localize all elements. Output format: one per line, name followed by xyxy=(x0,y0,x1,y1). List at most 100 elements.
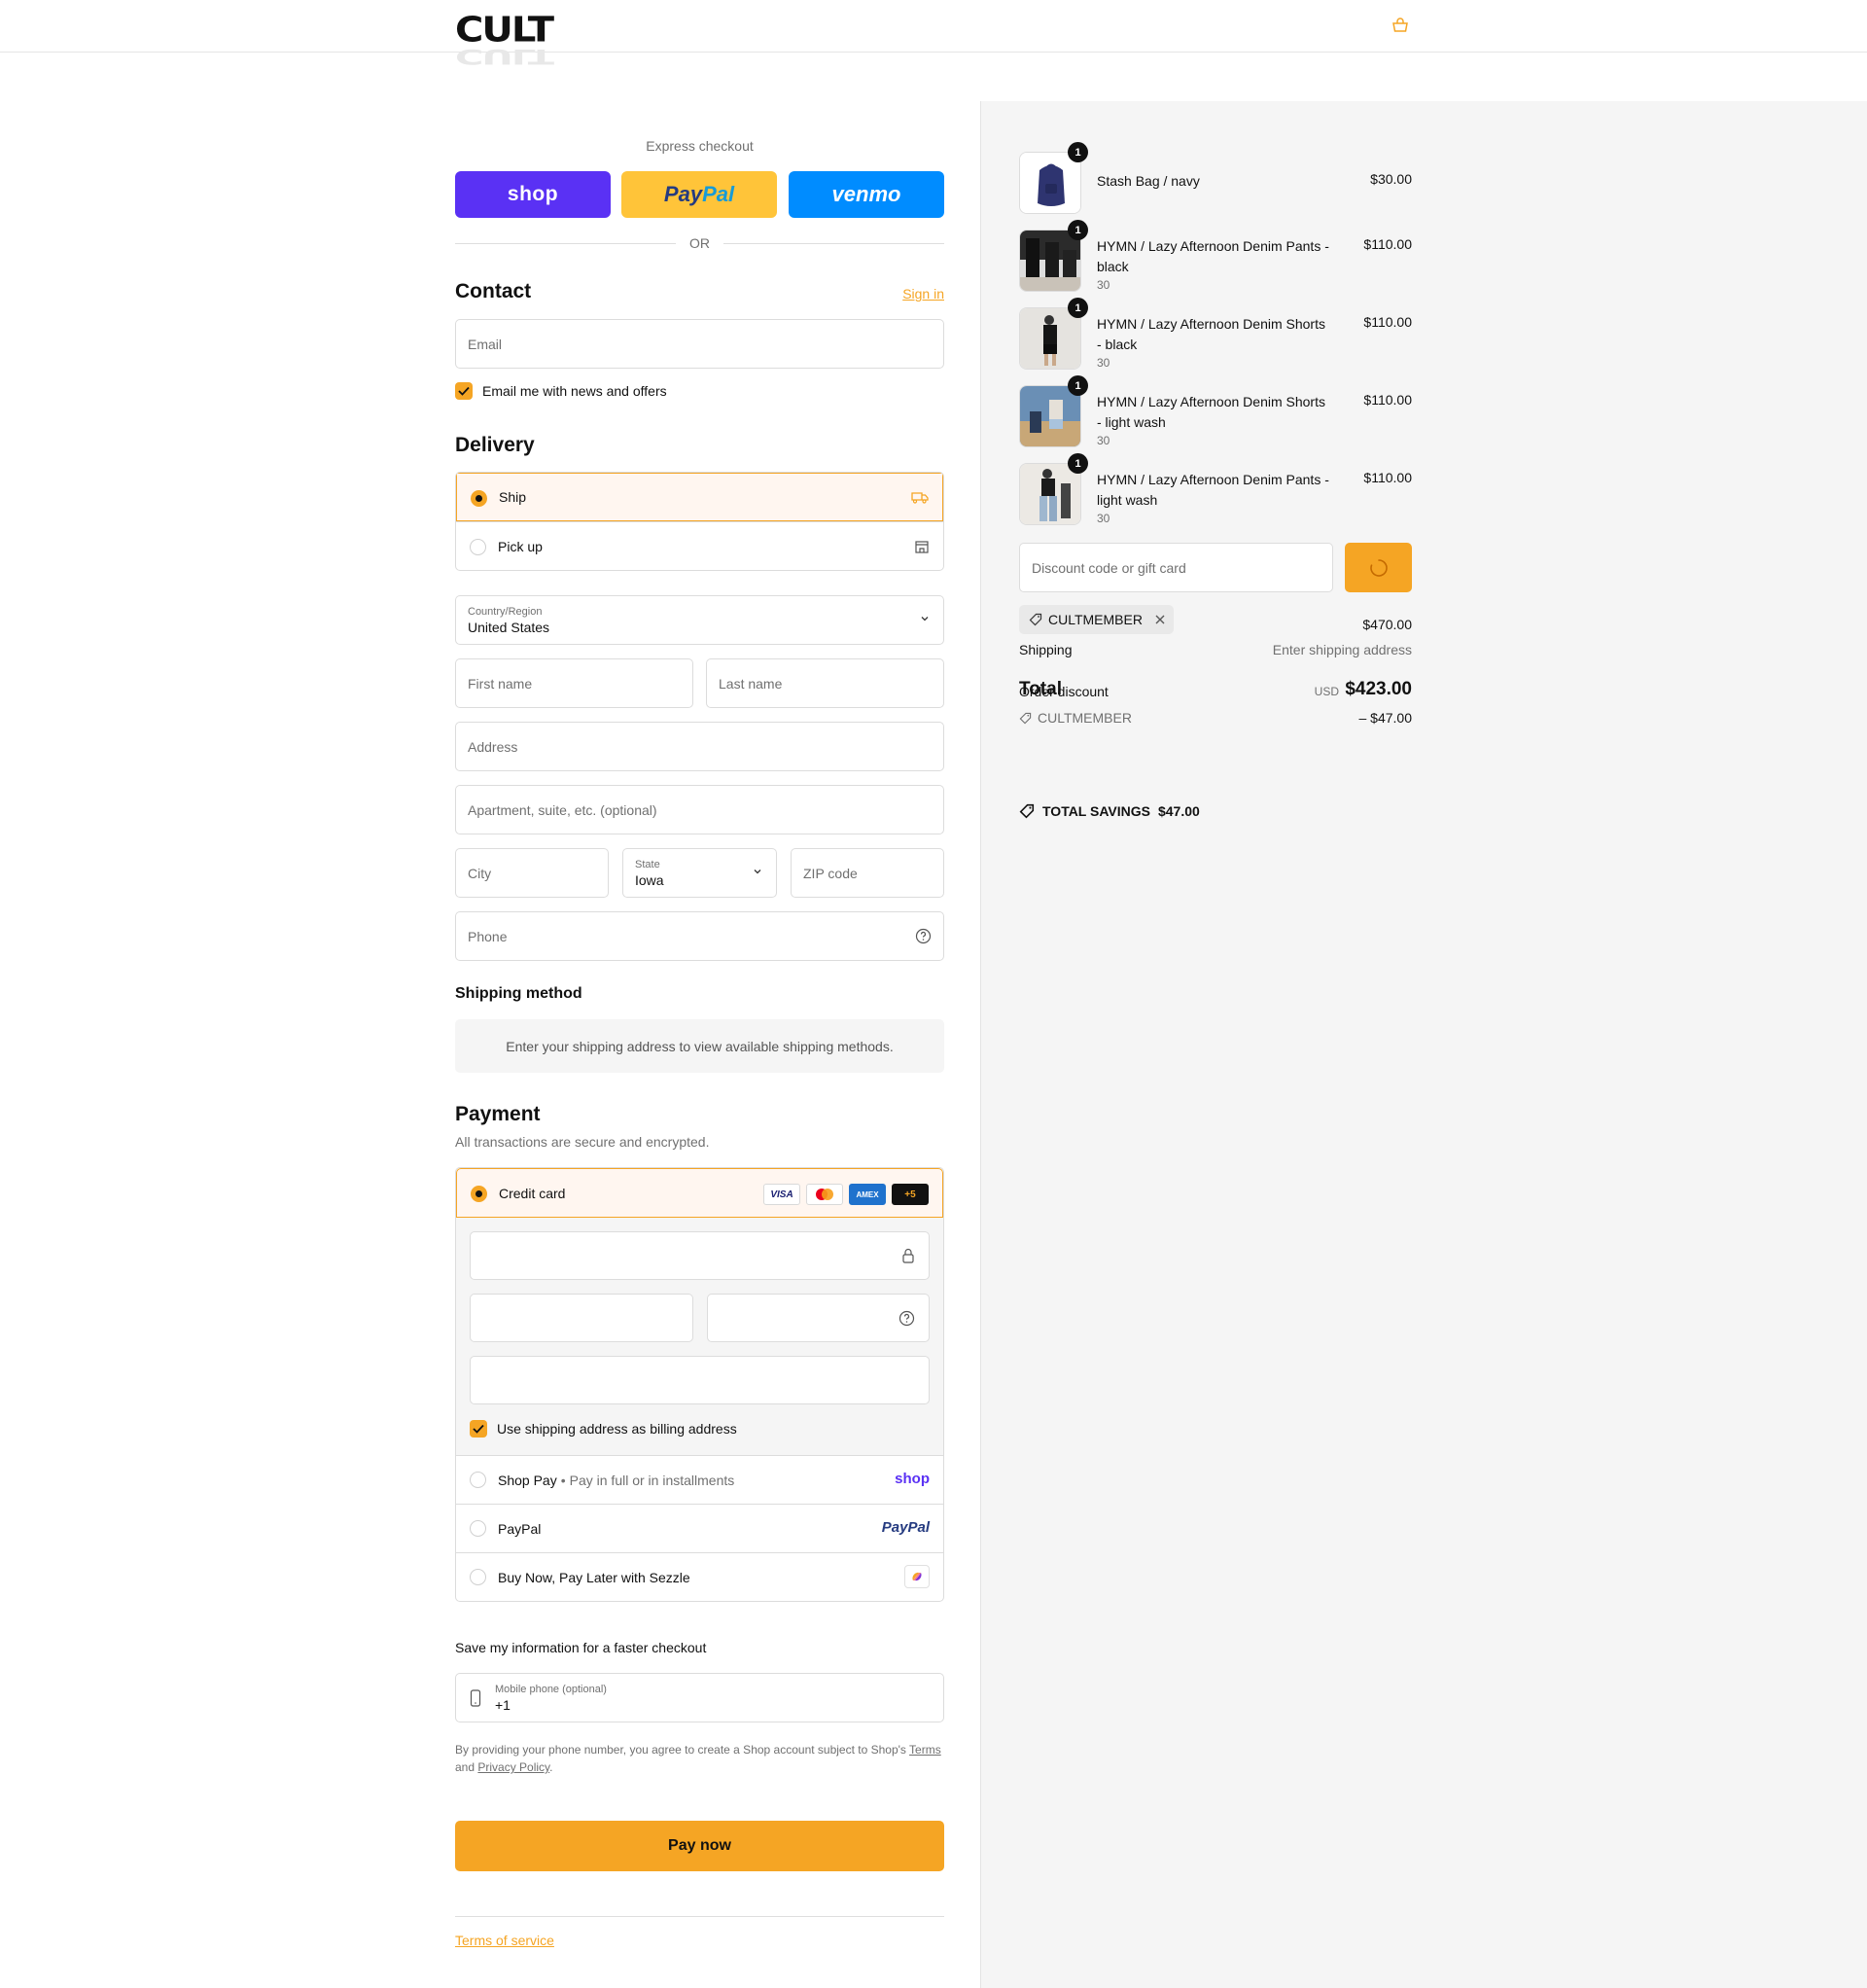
check-icon xyxy=(458,386,470,396)
billing-checkbox[interactable] xyxy=(470,1420,487,1438)
credit-card-label: Credit card xyxy=(499,1185,566,1201)
state-select[interactable]: State Iowa xyxy=(622,848,777,898)
news-checkbox[interactable] xyxy=(455,382,473,400)
close-icon[interactable] xyxy=(1154,614,1166,625)
privacy-policy-link[interactable]: Privacy Policy xyxy=(477,1760,549,1774)
help-icon[interactable] xyxy=(915,928,932,944)
radio-unselected[interactable] xyxy=(470,1569,486,1585)
first-name-input[interactable] xyxy=(468,675,681,692)
line-item: 1 HYMN / Lazy Afternoon Denim Pants - li… xyxy=(1019,453,1412,525)
legal-end: . xyxy=(549,1760,553,1774)
apartment-input[interactable] xyxy=(468,801,932,818)
or-divider: OR xyxy=(455,235,944,251)
radio-selected[interactable] xyxy=(471,1186,487,1202)
subtotal-value: $470.00 xyxy=(1362,617,1412,632)
zip-field[interactable] xyxy=(791,848,944,898)
radio-unselected[interactable] xyxy=(470,1520,486,1537)
billing-label: Use shipping address as billing address xyxy=(497,1421,737,1437)
tag-icon xyxy=(1029,613,1042,626)
card-number-field[interactable] xyxy=(470,1231,930,1280)
payment-option-sezzle[interactable]: Buy Now, Pay Later with Sezzle xyxy=(456,1552,943,1601)
shop-terms-link[interactable]: Terms xyxy=(909,1743,941,1757)
item-price: $110.00 xyxy=(1363,236,1412,252)
phone-input[interactable] xyxy=(468,928,932,944)
total-label: Total xyxy=(1019,679,1062,699)
item-name: Stash Bag / navy xyxy=(1097,173,1200,189)
last-name-field[interactable] xyxy=(706,658,944,708)
last-name-input[interactable] xyxy=(719,675,932,692)
country-label: Country/Region xyxy=(468,605,543,618)
bag-icon[interactable] xyxy=(1391,18,1410,33)
security-code-field[interactable] xyxy=(707,1294,930,1342)
radio-unselected[interactable] xyxy=(470,1472,486,1488)
shipping-row: Shipping Enter shipping address xyxy=(1019,642,1412,657)
delivery-option-pickup[interactable]: Pick up xyxy=(456,521,943,570)
ship-label: Ship xyxy=(499,489,527,505)
shop-pay-option-sub: Pay in full or in installments xyxy=(569,1472,735,1488)
apartment-field[interactable] xyxy=(455,785,944,834)
email-input[interactable] xyxy=(468,336,932,352)
name-on-card-field[interactable] xyxy=(470,1356,930,1404)
apply-discount-button[interactable] xyxy=(1345,543,1412,592)
payment-option-paypal[interactable]: PayPal PayPal xyxy=(456,1504,943,1552)
express-checkout-label: Express checkout xyxy=(646,138,754,154)
country-select[interactable]: Country/Region United States xyxy=(455,595,944,645)
item-price: $110.00 xyxy=(1363,392,1412,408)
item-price: $110.00 xyxy=(1363,314,1412,330)
item-variant: 30 xyxy=(1097,512,1110,525)
delivery-option-ship[interactable]: Ship xyxy=(456,473,943,521)
radio-selected[interactable] xyxy=(471,490,487,507)
sezzle-option-label: Buy Now, Pay Later with Sezzle xyxy=(498,1569,690,1585)
paypal-button[interactable]: Pay Pal xyxy=(621,171,777,218)
chevron-down-icon xyxy=(921,617,929,621)
terms-of-service-link[interactable]: Terms of service xyxy=(455,1933,554,1948)
payment-option-shop-pay[interactable]: Shop Pay • Pay in full or in installment… xyxy=(456,1455,943,1504)
phone-field[interactable] xyxy=(455,911,944,961)
lock-icon xyxy=(902,1248,914,1263)
help-icon[interactable] xyxy=(898,1310,915,1327)
radio-unselected[interactable] xyxy=(470,539,486,555)
shop-pay-logo: shop xyxy=(895,1471,930,1487)
discount-value: – $47.00 xyxy=(1358,710,1413,726)
quantity-badge: 1 xyxy=(1068,453,1088,474)
divider-line xyxy=(723,242,944,244)
mobile-phone-icon xyxy=(470,1689,481,1707)
news-checkbox-row[interactable]: Email me with news and offers xyxy=(455,382,667,400)
mobile-phone-field[interactable]: Mobile phone (optional) +1 xyxy=(455,1673,944,1722)
billing-checkbox-row[interactable]: Use shipping address as billing address xyxy=(470,1420,737,1438)
tag-icon xyxy=(1019,803,1035,819)
discount-code-label: CULTMEMBER xyxy=(1038,710,1132,726)
zip-input[interactable] xyxy=(803,865,932,881)
delivery-heading: Delivery xyxy=(455,434,535,456)
quantity-badge: 1 xyxy=(1068,220,1088,240)
venmo-button[interactable]: venmo xyxy=(789,171,944,218)
brand-logo[interactable]: CULT CULT xyxy=(455,13,591,77)
first-name-field[interactable] xyxy=(455,658,693,708)
item-price: $30.00 xyxy=(1370,171,1412,187)
payment-option-credit-card[interactable]: Credit card VISA AMEX +5 xyxy=(456,1168,943,1218)
currency-code: USD xyxy=(1314,685,1339,698)
city-field[interactable] xyxy=(455,848,609,898)
city-input[interactable] xyxy=(468,865,596,881)
sign-in-link[interactable]: Sign in xyxy=(902,286,944,302)
mobile-phone-content: Mobile phone (optional) +1 xyxy=(495,1683,607,1714)
quantity-badge: 1 xyxy=(1068,298,1088,318)
item-variant: 30 xyxy=(1097,356,1110,370)
shop-pay-button[interactable]: shop xyxy=(455,171,611,218)
discount-code-input[interactable] xyxy=(1032,559,1321,576)
address-field[interactable] xyxy=(455,722,944,771)
more-cards-badge: +5 xyxy=(892,1184,929,1205)
store-icon xyxy=(914,539,930,557)
address-input[interactable] xyxy=(468,738,932,755)
pay-now-button[interactable]: Pay now xyxy=(455,1821,944,1871)
pickup-label: Pick up xyxy=(498,538,543,554)
visa-icon: VISA xyxy=(763,1184,800,1205)
discount-code-field[interactable] xyxy=(1019,543,1333,592)
amex-icon: AMEX xyxy=(849,1184,886,1205)
email-field[interactable] xyxy=(455,319,944,369)
payment-heading: Payment xyxy=(455,1103,541,1125)
expiry-field[interactable] xyxy=(470,1294,693,1342)
item-price: $110.00 xyxy=(1363,470,1412,485)
mobile-phone-value[interactable]: +1 xyxy=(495,1696,607,1714)
total-value: $423.00 xyxy=(1345,679,1412,699)
